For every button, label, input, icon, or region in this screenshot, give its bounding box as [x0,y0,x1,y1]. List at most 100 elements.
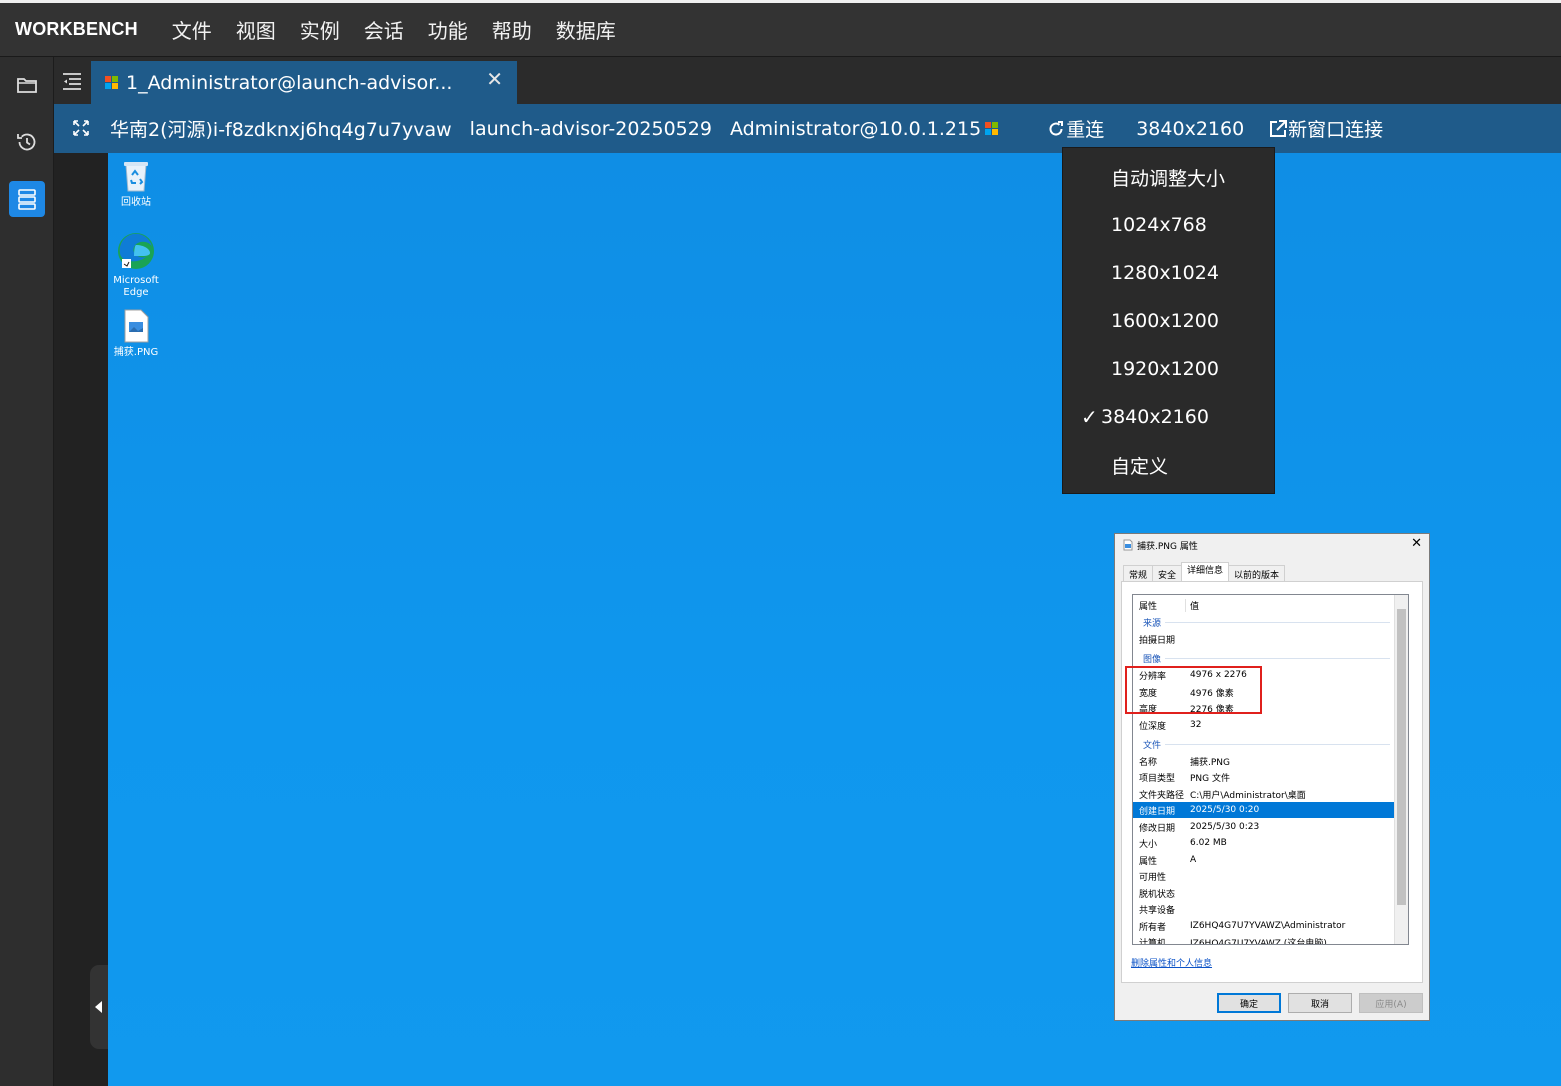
menu-help[interactable]: 帮助 [492,15,532,44]
checkmark-icon: ✓ [1081,405,1098,429]
menu-session[interactable]: 会话 [364,15,404,44]
image-file-icon [1123,539,1133,551]
outline-toggle-icon[interactable] [60,69,84,93]
resolution-menu: 自动调整大小 1024x768 1280x1024 1600x1200 1920… [1062,147,1275,494]
desktop-icon-label: 回收站 [121,197,151,208]
menu-bar: WORKBENCH 文件 视图 实例 会话 功能 帮助 数据库 [0,0,1561,57]
property-name: 项目类型 [1139,773,1176,784]
table-row[interactable]: 属性 A [1133,852,1395,868]
tab-details[interactable]: 详细信息 [1181,562,1230,581]
user-label: Administrator@10.0.1.215 [729,117,982,140]
property-value: 32 [1190,720,1202,730]
option-label: 3840x2160 [1101,406,1209,428]
menu-features[interactable]: 功能 [428,15,468,44]
option-label: 1280x1024 [1111,262,1219,284]
group-divider [1165,744,1390,745]
scrollbar-thumb[interactable] [1397,609,1406,905]
menu-view[interactable]: 视图 [236,15,276,44]
property-name: 修改日期 [1139,823,1176,834]
menu-instance[interactable]: 实例 [300,15,340,44]
desktop-icon-recycle-bin[interactable]: 回收站 [108,159,164,209]
table-row[interactable]: 共享设备 [1133,901,1395,917]
dialog-title: 捕获.PNG 属性 [1137,542,1198,552]
fullscreen-icon[interactable] [72,119,92,139]
cancel-button[interactable]: 取消 [1288,993,1352,1013]
tab-session[interactable]: 1_Administrator@launch-advisor... ✕ [91,61,517,104]
remove-properties-link[interactable]: 删除属性和个人信息 [1131,956,1212,969]
table-row[interactable]: 名称 捕获.PNG [1133,753,1395,769]
resolution-option-3840[interactable]: ✓ 3840x2160 [1063,393,1274,441]
new-window-button[interactable]: 新窗口连接 [1268,115,1383,142]
desktop-icon-edge[interactable]: Microsoft Edge [108,231,164,299]
properties-dialog: 捕获.PNG 属性 ✕ 常规 安全 详细信息 以前的版本 属性 值 来源 拍摄日… [1114,533,1430,1021]
group-file: 文件 [1143,741,1162,751]
table-row[interactable]: 大小 6.02 MB [1133,835,1395,851]
resolution-option-auto[interactable]: 自动调整大小 [1063,153,1274,201]
history-icon[interactable] [9,124,45,160]
resolution-dropdown[interactable]: 3840x2160 [1136,118,1244,140]
property-name: 共享设备 [1139,905,1176,916]
scrollbar[interactable] [1394,595,1408,944]
tab-title: 1_Administrator@launch-advisor... [126,71,453,94]
desktop-icon-label: 捕获.PNG [113,347,159,358]
table-row[interactable]: 可用性 [1133,868,1395,884]
details-panel: 属性 值 来源 拍摄日期 图像 分辨率 4976 x 2276 宽度 4976 像素… [1121,581,1423,983]
table-row[interactable]: 拍摄日期 [1133,631,1395,647]
property-name: 拍摄日期 [1139,635,1176,646]
menu-database[interactable]: 数据库 [556,15,616,44]
table-row[interactable]: 计算机 IZ6HQ4G7U7YVAWZ (这台电脑) [1133,934,1395,945]
property-value: 6.02 MB [1190,838,1227,848]
menu-file[interactable]: 文件 [172,15,212,44]
group-divider [1165,622,1390,623]
windows-icon [105,76,118,89]
close-icon[interactable]: ✕ [486,67,503,91]
table-row[interactable]: 修改日期 2025/5/30 0:23 [1133,819,1395,835]
external-link-icon [1270,119,1288,137]
chevron-left-icon [95,1001,102,1013]
edge-browser-icon [118,233,154,269]
tab-previous-versions[interactable]: 以前的版本 [1228,565,1286,581]
property-list[interactable]: 属性 值 来源 拍摄日期 图像 分辨率 4976 x 2276 宽度 4976 像素… [1132,594,1409,945]
reconnect-label: 重连 [1066,119,1105,141]
folder-icon[interactable] [9,67,45,103]
property-name: 位深度 [1139,721,1167,732]
resolution-option-1024[interactable]: 1024x768 [1063,201,1274,249]
close-icon[interactable]: ✕ [1411,536,1422,551]
tab-general[interactable]: 常规 [1123,565,1154,581]
session-panel-bg [54,57,108,1086]
resolution-option-1920[interactable]: 1920x1200 [1063,345,1274,393]
option-label: 自定义 [1111,455,1169,478]
apply-button[interactable]: 应用(A) [1359,993,1423,1013]
session-toolbar: 华南2(河源)i-f8zdknxj6hq4g7u7yvaw launch-adv… [54,104,1561,153]
resolution-option-1600[interactable]: 1600x1200 [1063,297,1274,345]
ok-button[interactable]: 确定 [1217,993,1281,1013]
desktop-icon-label: Microsoft Edge [113,275,159,298]
server-list-icon[interactable] [9,181,45,217]
instance-label: 华南2(河源)i-f8zdknxj6hq4g7u7yvaw [110,119,452,141]
property-value: IZ6HQ4G7U7YVAWZ\Administrator [1190,921,1346,931]
option-label: 自动调整大小 [1111,167,1226,190]
group-divider [1165,658,1390,659]
list-header: 属性 值 [1133,597,1395,613]
property-name: 名称 [1139,757,1158,768]
image-file-icon [124,309,149,343]
desktop-icon-capture-png[interactable]: 捕获.PNG [108,309,164,359]
new-window-label: 新窗口连接 [1288,119,1384,141]
resolution-option-custom[interactable]: 自定义 [1063,441,1274,489]
dialog-tabs: 常规 安全 详细信息 以前的版本 [1123,562,1286,581]
table-row[interactable]: 文件夹路径 C:\用户\Administrator\桌面 [1133,786,1395,802]
property-name: 创建日期 [1139,806,1176,817]
table-row[interactable]: 脱机状态 [1133,885,1395,901]
app-brand: WORKBENCH [15,19,138,39]
table-row[interactable]: 位深度 32 [1133,717,1395,733]
option-label: 1600x1200 [1111,310,1219,332]
table-row[interactable]: 项目类型 PNG 文件 [1133,769,1395,785]
table-row-selected[interactable]: 创建日期 2025/5/30 0:20 [1133,802,1395,818]
reconnect-button[interactable]: 重连 [1046,115,1104,142]
group-source: 来源 [1143,619,1162,629]
resolution-option-1280[interactable]: 1280x1024 [1063,249,1274,297]
property-value: A [1190,855,1197,865]
table-row[interactable]: 所有者 IZ6HQ4G7U7YVAWZ\Administrator [1133,918,1395,934]
collapse-handle[interactable] [90,965,108,1049]
tab-security[interactable]: 安全 [1152,565,1183,581]
